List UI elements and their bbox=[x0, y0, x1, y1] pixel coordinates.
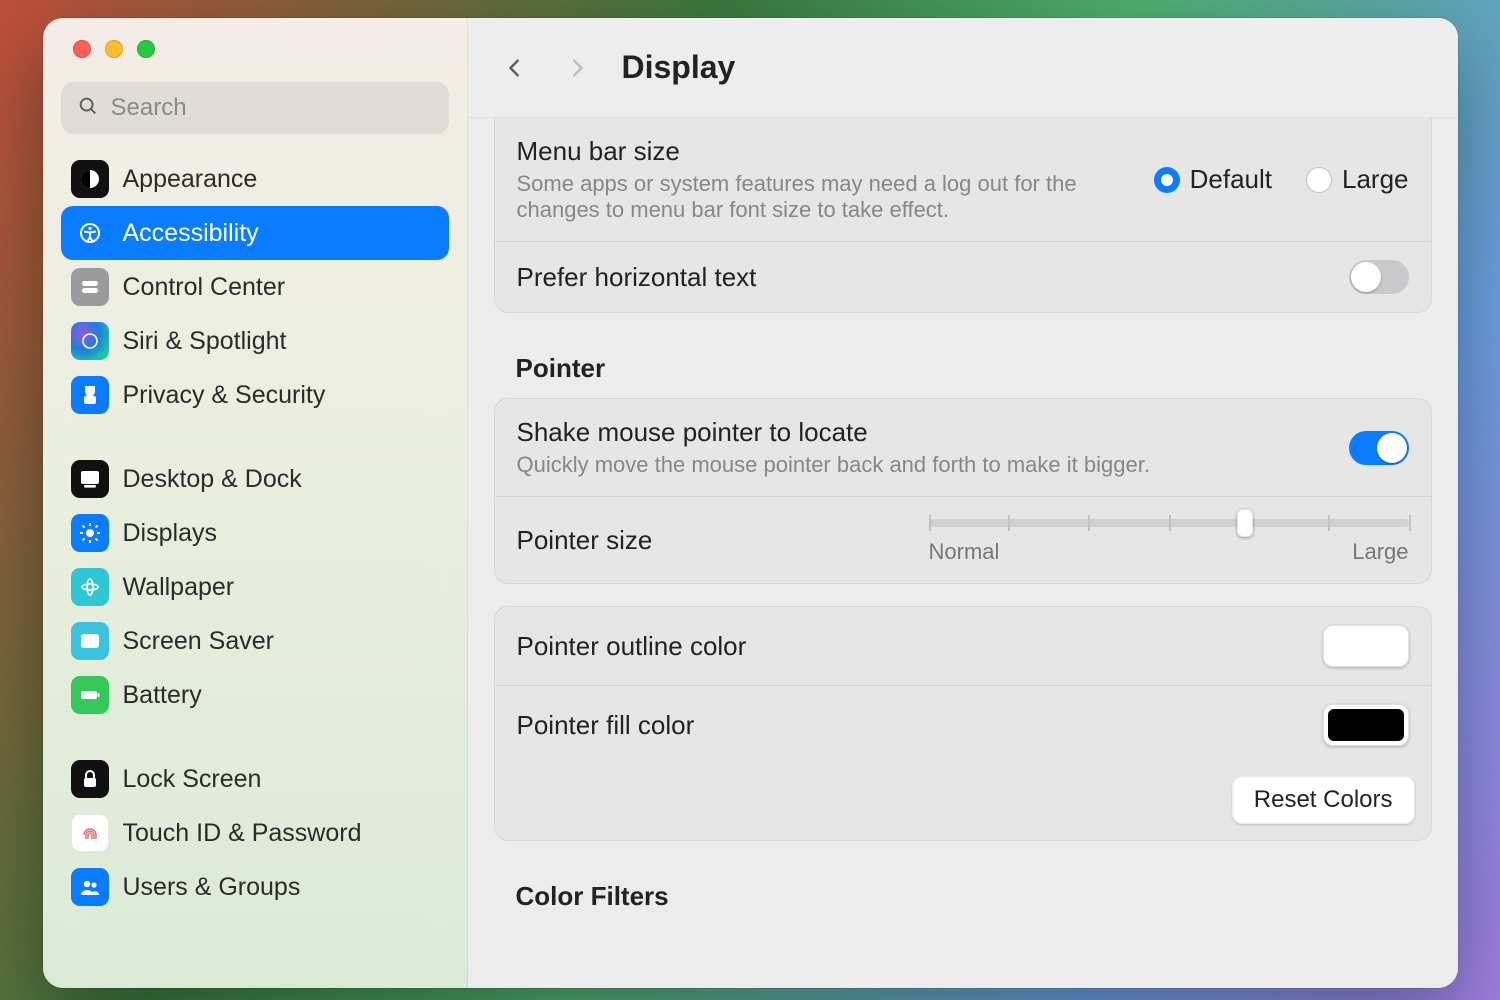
menubar-size-radios: Default Large bbox=[1154, 164, 1409, 195]
window-zoom-button[interactable] bbox=[137, 40, 155, 58]
window-minimize-button[interactable] bbox=[105, 40, 123, 58]
window-close-button[interactable] bbox=[73, 40, 91, 58]
sidebar-item-desktop-dock[interactable]: Desktop & Dock bbox=[61, 452, 449, 506]
pointer-size-slider[interactable]: Normal Large bbox=[929, 515, 1409, 565]
menubar-size-sub: Some apps or system features may need a … bbox=[517, 171, 1134, 223]
reset-colors-button[interactable]: Reset Colors bbox=[1232, 776, 1415, 824]
shake-locate-sub: Quickly move the mouse pointer back and … bbox=[517, 452, 1150, 478]
pointer-size-label: Pointer size bbox=[517, 525, 653, 556]
sidebar-item-wallpaper[interactable]: Wallpaper bbox=[61, 560, 449, 614]
pointer-fill-label: Pointer fill color bbox=[517, 710, 695, 741]
prefer-horizontal-label: Prefer horizontal text bbox=[517, 262, 757, 293]
sidebar-item-label: Touch ID & Password bbox=[123, 819, 362, 848]
sidebar-item-touch-id[interactable]: Touch ID & Password bbox=[61, 806, 449, 860]
sidebar-item-label: Battery bbox=[123, 681, 202, 710]
sidebar-item-control-center[interactable]: Control Center bbox=[61, 260, 449, 314]
lock-screen-icon bbox=[71, 760, 109, 798]
nav-back-button[interactable] bbox=[498, 51, 532, 85]
search-input[interactable] bbox=[111, 94, 433, 122]
panel-pointer: Shake mouse pointer to locate Quickly mo… bbox=[494, 398, 1432, 584]
pointer-size-max-label: Large bbox=[1352, 539, 1408, 565]
privacy-icon bbox=[71, 376, 109, 414]
sidebar-search[interactable] bbox=[61, 82, 449, 134]
sidebar-item-label: Siri & Spotlight bbox=[123, 327, 287, 356]
desktop-dock-icon bbox=[71, 460, 109, 498]
accessibility-icon bbox=[71, 214, 109, 252]
main-pane: Display Menu bar size Some apps or syste… bbox=[468, 18, 1458, 988]
menubar-size-large-radio[interactable]: Large bbox=[1306, 164, 1409, 195]
prefer-horizontal-switch[interactable] bbox=[1349, 260, 1409, 294]
sidebar-item-lock-screen[interactable]: Lock Screen bbox=[61, 752, 449, 806]
sidebar-item-label: Lock Screen bbox=[123, 765, 262, 794]
shake-locate-label: Shake mouse pointer to locate bbox=[517, 417, 1150, 448]
pointer-section-title: Pointer bbox=[516, 353, 1432, 384]
content-scroll[interactable]: Menu bar size Some apps or system featur… bbox=[468, 118, 1458, 988]
settings-window: Appearance Accessibility Control Center … bbox=[43, 18, 1458, 988]
sidebar-item-privacy-security[interactable]: Privacy & Security bbox=[61, 368, 449, 422]
shake-locate-switch[interactable] bbox=[1349, 431, 1409, 465]
displays-icon bbox=[71, 514, 109, 552]
search-icon bbox=[77, 95, 99, 122]
sidebar-item-label: Desktop & Dock bbox=[123, 465, 302, 494]
content-header: Display bbox=[468, 18, 1458, 118]
menubar-size-label: Menu bar size bbox=[517, 136, 1134, 167]
sidebar-item-label: Accessibility bbox=[123, 219, 259, 248]
nav-forward-button[interactable] bbox=[560, 51, 594, 85]
menubar-size-default-radio[interactable]: Default bbox=[1154, 164, 1272, 195]
panel-text: Menu bar size Some apps or system featur… bbox=[494, 118, 1432, 313]
panel-pointer-colors: Pointer outline color Pointer fill color bbox=[494, 606, 1432, 841]
sidebar-item-label: Wallpaper bbox=[123, 573, 235, 602]
sidebar-item-label: Screen Saver bbox=[123, 627, 274, 656]
traffic-lights bbox=[43, 40, 467, 58]
sidebar-item-siri-spotlight[interactable]: Siri & Spotlight bbox=[61, 314, 449, 368]
sidebar-item-appearance[interactable]: Appearance bbox=[61, 152, 449, 206]
sidebar-item-label: Appearance bbox=[123, 165, 258, 194]
sidebar-item-users-groups[interactable]: Users & Groups bbox=[61, 860, 449, 914]
users-groups-icon bbox=[71, 868, 109, 906]
appearance-icon bbox=[71, 160, 109, 198]
sidebar-item-label: Control Center bbox=[123, 273, 286, 302]
screen-saver-icon bbox=[71, 622, 109, 660]
sidebar-item-label: Privacy & Security bbox=[123, 381, 326, 410]
pointer-outline-label: Pointer outline color bbox=[517, 631, 747, 662]
sidebar-item-label: Displays bbox=[123, 519, 217, 548]
pointer-fill-colorwell[interactable] bbox=[1323, 704, 1409, 746]
sidebar-item-displays[interactable]: Displays bbox=[61, 506, 449, 560]
sidebar-item-label: Users & Groups bbox=[123, 873, 301, 902]
pointer-outline-colorwell[interactable] bbox=[1323, 625, 1409, 667]
sidebar: Appearance Accessibility Control Center … bbox=[43, 18, 468, 988]
sidebar-item-screen-saver[interactable]: Screen Saver bbox=[61, 614, 449, 668]
wallpaper-icon bbox=[71, 568, 109, 606]
touch-id-icon bbox=[71, 814, 109, 852]
sidebar-item-battery[interactable]: Battery bbox=[61, 668, 449, 722]
control-center-icon bbox=[71, 268, 109, 306]
pointer-size-thumb[interactable] bbox=[1237, 509, 1253, 537]
battery-icon bbox=[71, 676, 109, 714]
page-title: Display bbox=[622, 49, 736, 86]
siri-icon bbox=[71, 322, 109, 360]
pointer-size-min-label: Normal bbox=[929, 539, 1000, 565]
color-filters-section-title: Color Filters bbox=[516, 881, 1432, 912]
sidebar-item-accessibility[interactable]: Accessibility bbox=[61, 206, 449, 260]
